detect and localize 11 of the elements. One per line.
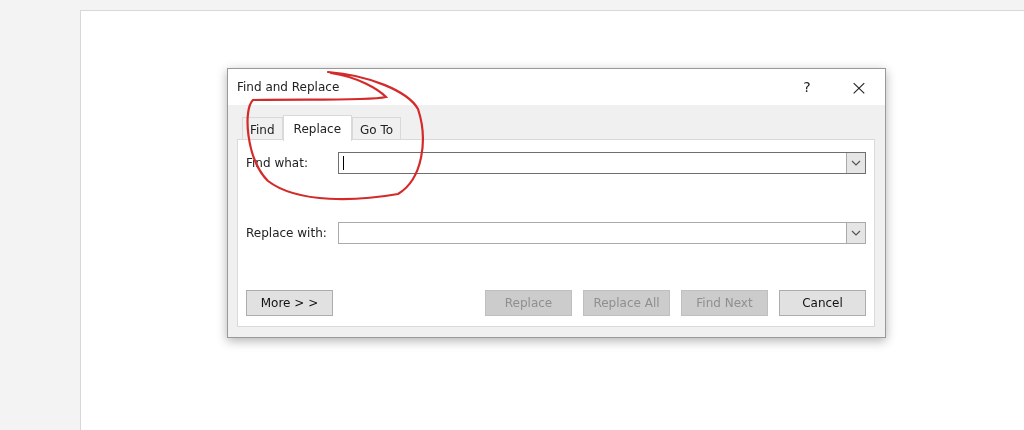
window-title: Find and Replace [237,80,341,94]
dialog-button[interactable]: Cancel [779,290,866,316]
combo-field[interactable] [338,152,866,174]
dialog-button[interactable]: More > > [246,290,333,316]
close-button[interactable]: × [833,69,885,105]
field-label: Replace with: [246,226,328,240]
tab[interactable]: Go To [352,117,402,141]
tab[interactable]: Replace [282,115,353,141]
combo-field[interactable] [338,222,866,244]
help-button[interactable]: ? [781,69,833,105]
text-cursor [343,156,344,170]
